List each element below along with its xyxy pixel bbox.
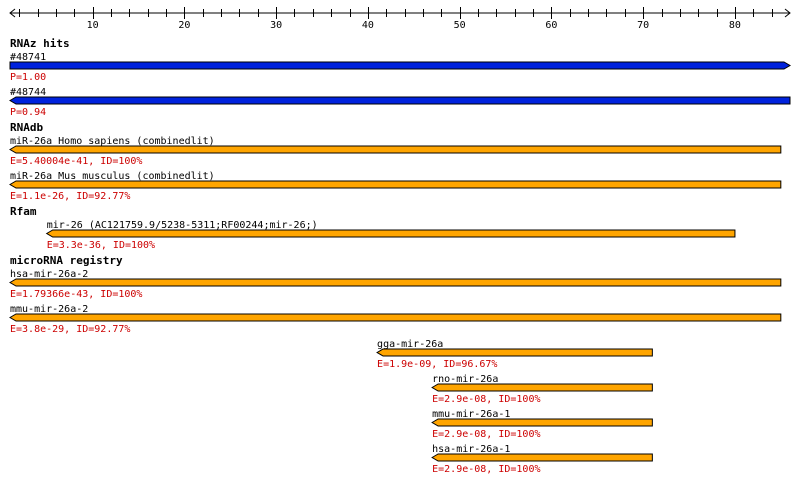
feature-label: mmu-mir-26a-1 xyxy=(432,409,510,420)
feature-label: miR-26a Mus musculus (combinedlit) xyxy=(10,171,215,182)
feature-label: rno-mir-26a xyxy=(432,374,498,385)
feature-score: E=1.79366e-43, ID=100% xyxy=(10,289,142,300)
feature-arrow-bar[interactable] xyxy=(45,229,736,238)
ruler-tick-label: 30 xyxy=(270,20,282,31)
ruler-tick-label: 50 xyxy=(454,20,466,31)
feature--48744[interactable]: #48744 P=0.94 xyxy=(9,87,791,118)
feature-mir-26a-mus-musculus-combinedlit-[interactable]: miR-26a Mus musculus (combinedlit) E=1.1e… xyxy=(9,171,782,202)
track-rnadb: RNAdb miR-26a Homo sapiens (combinedlit) E… xyxy=(9,121,782,202)
ruler-tick-label: 10 xyxy=(87,20,99,31)
feature-score: P=0.94 xyxy=(10,107,46,118)
feature-label: hsa-mir-26a-1 xyxy=(432,444,510,455)
feature-arrow-bar[interactable] xyxy=(431,383,653,392)
feature-arrow-bar[interactable] xyxy=(9,145,782,154)
track-microrna-registry: microRNA registry hsa-mir-26a-2 E=1.79366e… xyxy=(9,254,782,475)
ruler-tick-label: 60 xyxy=(545,20,557,31)
feature-score: E=3.3e-36, ID=100% xyxy=(47,240,155,251)
feature-score: P=1.00 xyxy=(10,72,46,83)
feature-score: E=5.40004e-41, ID=100% xyxy=(10,156,142,167)
feature-arrow-bar[interactable] xyxy=(9,96,791,105)
feature-gga-mir-26a[interactable]: gga-mir-26a E=1.9e-09, ID=96.67% xyxy=(376,339,653,370)
feature-hsa-mir-26a-2[interactable]: hsa-mir-26a-2 E=1.79366e-43, ID=100% xyxy=(9,269,782,300)
feature-arrow-bar[interactable] xyxy=(9,61,791,70)
feature-label: mmu-mir-26a-2 xyxy=(10,304,88,315)
genome-browser-panel: 10 20 30 40 50 60 70 80 RNAz hits #48741 P=1.00 #4… xyxy=(0,0,800,494)
feature-arrow-bar[interactable] xyxy=(431,418,653,427)
feature-arrow-bar[interactable] xyxy=(9,180,782,189)
feature-mmu-mir-26a-1[interactable]: mmu-mir-26a-1 E=2.9e-08, ID=100% xyxy=(431,409,653,440)
ruler-tick-label: 70 xyxy=(637,20,649,31)
feature-arrow-bar[interactable] xyxy=(9,313,782,322)
track-title: RNAdb xyxy=(10,121,43,134)
track-title: microRNA registry xyxy=(10,254,123,267)
annotation-tracks: RNAz hits #48741 P=1.00 #48744 P=0.94 RNAdb mi… xyxy=(9,37,791,475)
feature-track-canvas: 10 20 30 40 50 60 70 80 RNAz hits#48741P=1.00#4… xyxy=(9,7,791,475)
feature-label: miR-26a Homo sapiens (combinedlit) xyxy=(10,136,215,147)
track-rnaz-hits: RNAz hits #48741 P=1.00 #48744 P=0.94 xyxy=(9,37,791,118)
feature-hsa-mir-26a-1[interactable]: hsa-mir-26a-1 E=2.9e-08, ID=100% xyxy=(431,444,653,475)
feature-arrow-bar[interactable] xyxy=(376,348,653,357)
ruler-tick-label: 40 xyxy=(362,20,374,31)
feature-rno-mir-26a[interactable]: rno-mir-26a E=2.9e-08, ID=100% xyxy=(431,374,653,405)
feature-label: mir-26 (AC121759.9/5238-5311;RF00244;mir… xyxy=(47,220,318,231)
ruler-tick-label: 80 xyxy=(729,20,741,31)
feature-score: E=1.9e-09, ID=96.67% xyxy=(377,359,497,370)
feature-score: E=1.1e-26, ID=92.77% xyxy=(10,191,130,202)
feature-score: E=3.8e-29, ID=92.77% xyxy=(10,324,130,335)
track-title: RNAz hits xyxy=(10,37,70,50)
feature-mir-26-ac121759-9-5238-5311-rf00244-mir-26-[interactable]: mir-26 (AC121759.9/5238-5311;RF00244;mir… xyxy=(45,220,736,251)
feature-score: E=2.9e-08, ID=100% xyxy=(432,429,540,440)
feature-arrow-bar[interactable] xyxy=(9,278,782,287)
track-rfam: Rfam mir-26 (AC121759.9/5238-5311;RF00244… xyxy=(10,205,736,251)
feature-mir-26a-homo-sapiens-combinedlit-[interactable]: miR-26a Homo sapiens (combinedlit) E=5.40… xyxy=(9,136,782,167)
feature-label: #48741 xyxy=(10,52,46,63)
feature-label: gga-mir-26a xyxy=(377,339,443,350)
feature-score: E=2.9e-08, ID=100% xyxy=(432,394,540,405)
track-title: Rfam xyxy=(10,205,37,218)
feature-label: hsa-mir-26a-2 xyxy=(10,269,88,280)
feature-score: E=2.9e-08, ID=100% xyxy=(432,464,540,475)
ruler-tick-label: 20 xyxy=(178,20,190,31)
feature-arrow-bar[interactable] xyxy=(431,453,653,462)
feature-mmu-mir-26a-2[interactable]: mmu-mir-26a-2 E=3.8e-29, ID=92.77% xyxy=(9,304,782,335)
feature-label: #48744 xyxy=(10,87,46,98)
position-ruler: 10 20 30 40 50 60 70 80 xyxy=(9,7,791,31)
feature--48741[interactable]: #48741 P=1.00 xyxy=(9,52,791,83)
